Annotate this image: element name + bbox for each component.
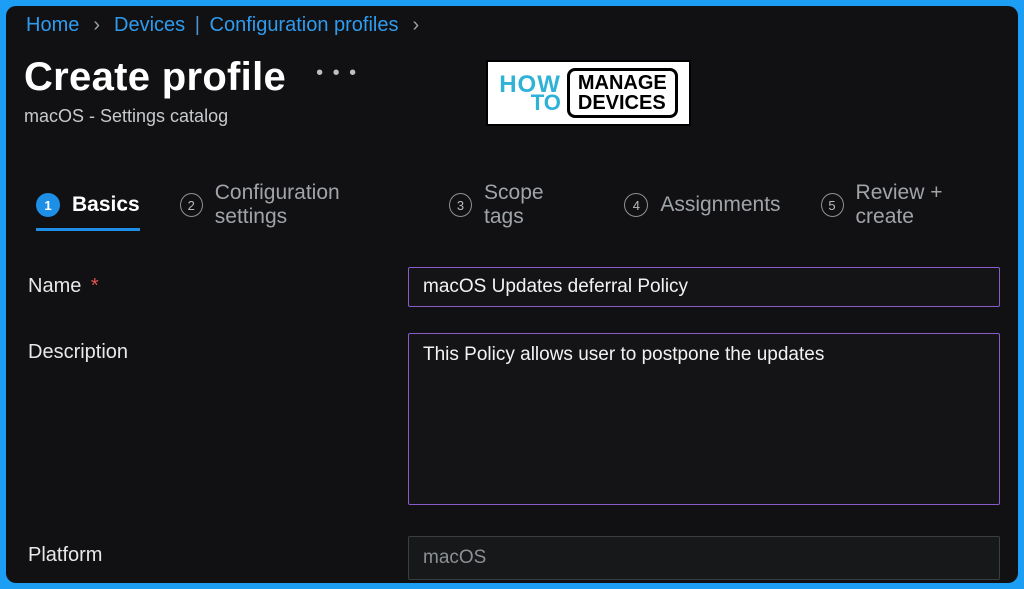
platform-label: Platform <box>28 544 102 566</box>
breadcrumb-devices-text: Devices <box>114 14 185 36</box>
tab-label: Assignments <box>660 193 780 217</box>
name-input[interactable] <box>408 267 1000 307</box>
description-input[interactable] <box>408 333 1000 505</box>
tab-label: Scope tags <box>484 181 584 229</box>
logo-line1: MANAGE <box>578 73 667 93</box>
required-icon: * <box>87 275 99 297</box>
page-title: Create profile <box>24 55 286 100</box>
step-number: 2 <box>180 193 203 217</box>
breadcrumb: Home › Devices | Configuration profiles … <box>24 12 1000 37</box>
tab-label: Basics <box>72 193 140 217</box>
form: Name * Description Platform macOS <box>24 267 1000 580</box>
breadcrumb-profiles-text: Configuration profiles <box>210 14 399 36</box>
logo-line2: DEVICES <box>578 93 667 113</box>
wizard-tabs: 1 Basics 2 Configuration settings 3 Scop… <box>24 181 1000 229</box>
breadcrumb-home[interactable]: Home <box>26 14 79 37</box>
chevron-right-icon: › <box>413 14 420 37</box>
step-number: 1 <box>36 193 60 217</box>
breadcrumb-devices[interactable]: Devices | Configuration profiles <box>114 14 398 37</box>
tab-label: Review + create <box>856 181 1000 229</box>
tab-review-create[interactable]: 5 Review + create <box>821 181 1000 229</box>
tab-basics[interactable]: 1 Basics <box>36 193 140 217</box>
tab-scope-tags[interactable]: 3 Scope tags <box>449 181 584 229</box>
tab-label: Configuration settings <box>215 181 409 229</box>
step-number: 3 <box>449 193 472 217</box>
step-number: 4 <box>624 193 648 217</box>
logo-to: TO <box>499 94 561 112</box>
tab-configuration-settings[interactable]: 2 Configuration settings <box>180 181 409 229</box>
chevron-right-icon: › <box>93 14 100 37</box>
tab-assignments[interactable]: 4 Assignments <box>624 193 780 217</box>
more-icon[interactable]: • • • <box>310 62 358 85</box>
platform-value: macOS <box>408 536 1000 580</box>
name-label: Name <box>28 275 81 297</box>
description-label: Description <box>28 341 128 363</box>
step-number: 5 <box>821 193 844 217</box>
brand-logo: HOW TO MANAGE DEVICES <box>486 60 691 126</box>
